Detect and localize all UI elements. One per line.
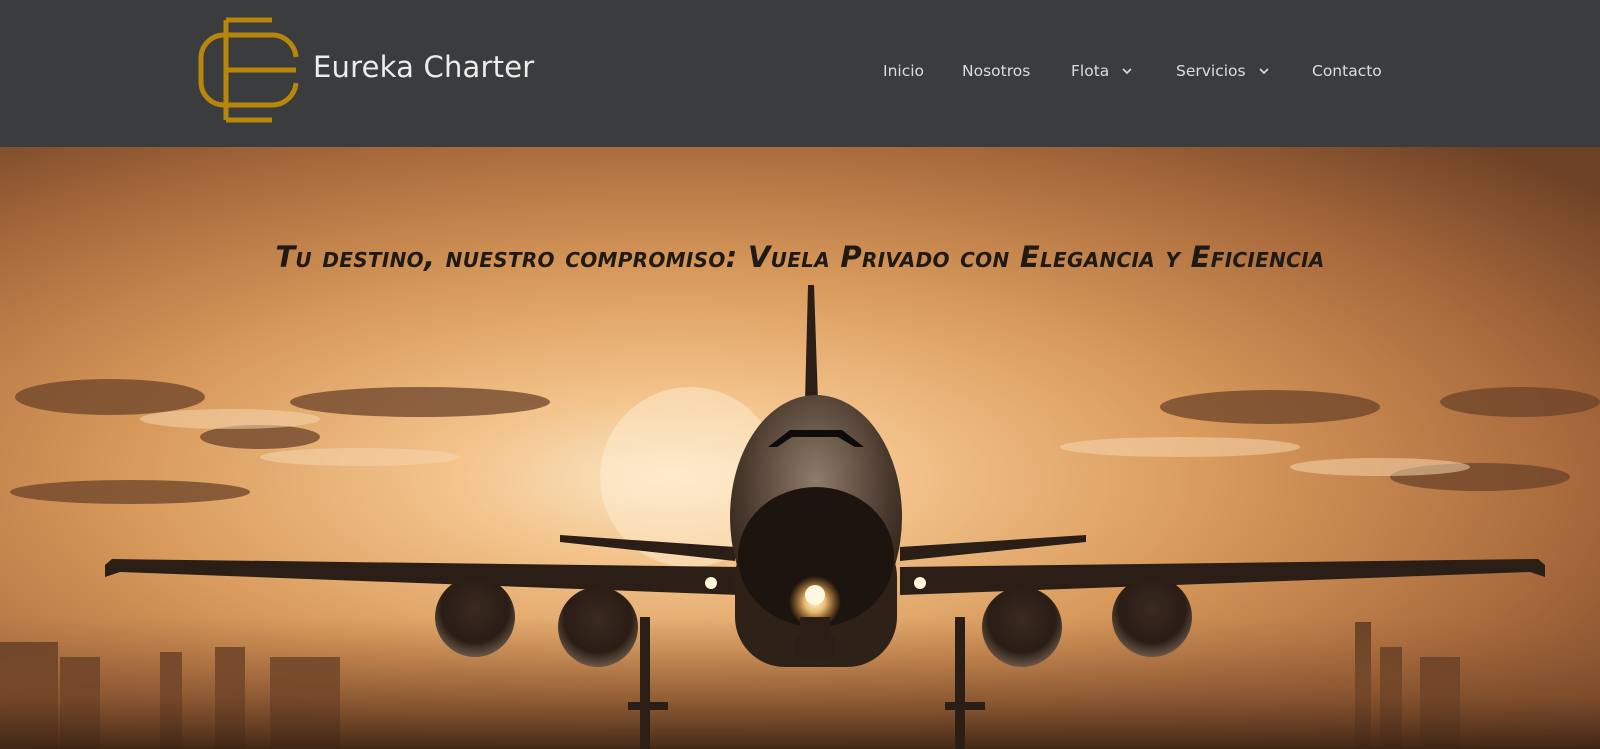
nav-item-label: Inicio [883, 62, 925, 80]
hero-title: Tu destino, nuestro compromiso: Vuela Pr… [275, 240, 1325, 275]
nav-item-inicio[interactable]: Inicio [883, 62, 924, 80]
chevron-down-icon [1122, 68, 1132, 75]
nav-item-flota[interactable]: Flota [1071, 62, 1133, 80]
nav-item-label: Contacto [1312, 62, 1382, 80]
hero-banner: Tu destino, nuestro compromiso: Vuela Pr… [0, 147, 1600, 749]
main-nav: Inicio Nosotros Flota Servicios Contacto [0, 62, 1600, 86]
nav-item-nosotros[interactable]: Nosotros [962, 62, 1030, 80]
nav-item-label: Nosotros [962, 62, 1031, 80]
nav-item-servicios[interactable]: Servicios [1176, 62, 1270, 80]
airplane-landing-at-sunset [0, 147, 1600, 749]
chevron-down-icon [1259, 68, 1269, 75]
nav-item-contacto[interactable]: Contacto [1312, 62, 1382, 80]
site-header: Eureka Charter Inicio Nosotros Flota Ser… [0, 0, 1600, 147]
nav-item-label: Flota [1071, 62, 1110, 80]
nav-item-label: Servicios [1176, 62, 1246, 80]
